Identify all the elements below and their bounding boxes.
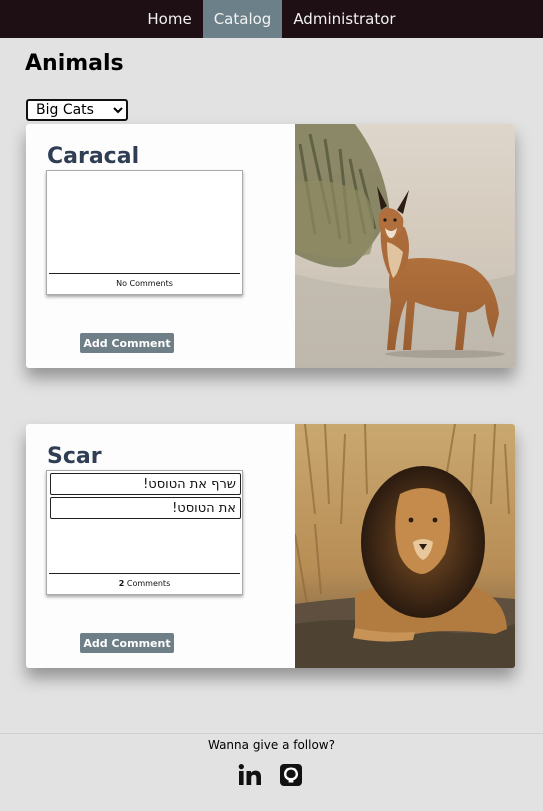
lion-photo [295, 424, 515, 668]
comments-count-number: 2 [118, 579, 125, 588]
animal-name: Scar [47, 444, 102, 469]
comments-summary: No Comments [116, 279, 173, 288]
linkedin-icon[interactable] [238, 763, 262, 787]
nav-administrator[interactable]: Administrator [282, 0, 406, 38]
footer: Wanna give a follow? [0, 733, 543, 811]
comments-count: 2 Comments [49, 573, 240, 594]
github-icon[interactable] [279, 763, 303, 787]
animal-card-caracal: Caracal No Comments Add Comment [26, 124, 515, 368]
animal-card-scar: Scar שרף את הטוסט! את הטוסט! 2 Comments … [26, 424, 515, 668]
add-comment-button[interactable]: Add Comment [80, 333, 174, 353]
comments-box: No Comments [46, 170, 243, 295]
footer-text: Wanna give a follow? [207, 738, 335, 752]
comments-box: שרף את הטוסט! את הטוסט! 2 Comments [46, 470, 243, 595]
comment-list: שרף את הטוסט! את הטוסט! [50, 473, 241, 521]
comment-item: שרף את הטוסט! [50, 473, 241, 495]
nav-catalog[interactable]: Catalog [202, 0, 283, 38]
nav-home[interactable]: Home [136, 0, 202, 38]
comment-item: את הטוסט! [50, 497, 241, 519]
category-select[interactable]: Big Cats [26, 99, 128, 121]
comments-count: No Comments [49, 273, 240, 294]
comments-count-label: Comments [126, 579, 171, 588]
animal-name: Caracal [47, 144, 140, 169]
add-comment-button[interactable]: Add Comment [80, 633, 174, 653]
caracal-photo [295, 124, 515, 368]
top-nav: Home Catalog Administrator [0, 0, 543, 38]
page-title: Animals [25, 51, 124, 76]
